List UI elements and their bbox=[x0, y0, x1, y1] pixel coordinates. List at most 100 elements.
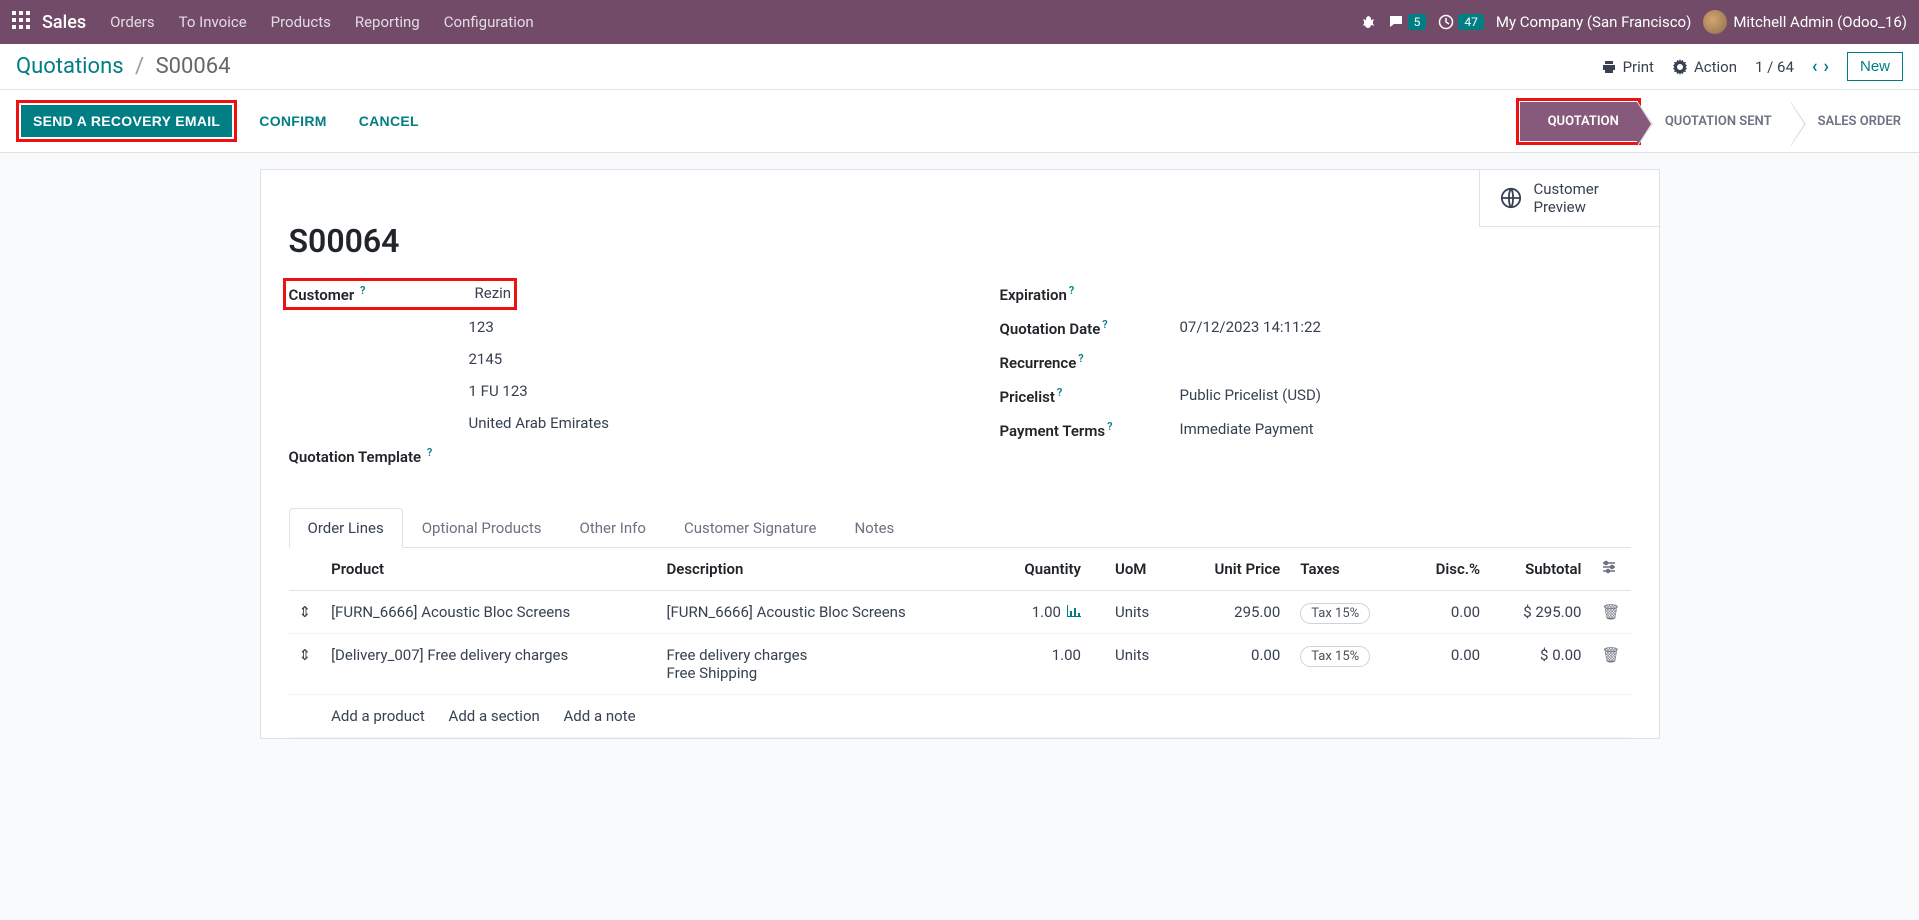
pager-prev[interactable]: ‹ bbox=[1812, 56, 1818, 77]
action-button[interactable]: Action bbox=[1672, 58, 1737, 76]
new-button[interactable]: New bbox=[1847, 52, 1903, 81]
line-quantity[interactable]: 1.00 bbox=[992, 591, 1091, 634]
delete-line[interactable]: 🗑 bbox=[1591, 591, 1630, 634]
gear-icon bbox=[1672, 59, 1688, 75]
col-disc[interactable]: Disc.% bbox=[1407, 548, 1491, 591]
forecast-icon[interactable] bbox=[1067, 603, 1081, 621]
user-menu[interactable]: Mitchell Admin (Odoo_16) bbox=[1703, 10, 1907, 34]
nav-products[interactable]: Products bbox=[271, 13, 331, 31]
discuss-badge: 5 bbox=[1408, 14, 1427, 30]
col-product[interactable]: Product bbox=[321, 548, 656, 591]
status-row: SEND A RECOVERY EMAIL CONFIRM CANCEL QUO… bbox=[0, 90, 1919, 153]
line-description[interactable]: Free delivery chargesFree Shipping bbox=[656, 634, 991, 695]
globe-icon bbox=[1500, 187, 1522, 209]
form-right-column: Expiration? Quotation Date? 07/12/2023 1… bbox=[1000, 284, 1631, 480]
tab-customer-signature[interactable]: Customer Signature bbox=[665, 508, 836, 547]
add-product[interactable]: Add a product bbox=[331, 707, 425, 725]
address-line-3: 1 FU 123 bbox=[469, 382, 920, 400]
col-description[interactable]: Description bbox=[656, 548, 991, 591]
help-icon[interactable]: ? bbox=[360, 284, 365, 297]
cancel-button[interactable]: CANCEL bbox=[349, 105, 429, 137]
line-description[interactable]: [FURN_6666] Acoustic Bloc Screens bbox=[656, 591, 991, 634]
help-icon[interactable]: ? bbox=[1102, 318, 1107, 331]
col-taxes[interactable]: Taxes bbox=[1290, 548, 1406, 591]
add-links: Add a product Add a section Add a note bbox=[321, 695, 1630, 738]
pricelist-value[interactable]: Public Pricelist (USD) bbox=[1180, 386, 1631, 404]
customer-preview-button[interactable]: Customer Preview bbox=[1479, 170, 1659, 227]
nav-configuration[interactable]: Configuration bbox=[444, 13, 534, 31]
address-line-2: 2145 bbox=[469, 350, 920, 368]
nav-orders[interactable]: Orders bbox=[110, 13, 155, 31]
trash-icon: 🗑 bbox=[1601, 603, 1620, 621]
tab-other-info[interactable]: Other Info bbox=[561, 508, 665, 547]
company-selector[interactable]: My Company (San Francisco) bbox=[1496, 13, 1691, 31]
drag-handle[interactable]: ⇕ bbox=[289, 634, 322, 695]
quotation-date-value[interactable]: 07/12/2023 14:11:22 bbox=[1180, 318, 1631, 336]
columns-config-icon[interactable] bbox=[1591, 548, 1630, 591]
tab-notes[interactable]: Notes bbox=[835, 508, 913, 547]
line-subtotal: $ 0.00 bbox=[1490, 634, 1591, 695]
add-section[interactable]: Add a section bbox=[449, 707, 540, 725]
col-unit-price[interactable]: Unit Price bbox=[1179, 548, 1290, 591]
delete-line[interactable]: 🗑 bbox=[1591, 634, 1630, 695]
confirm-button[interactable]: CONFIRM bbox=[249, 105, 336, 137]
table-row[interactable]: ⇕ [Delivery_007] Free delivery charges F… bbox=[289, 634, 1631, 695]
breadcrumb: Quotations / S00064 bbox=[16, 54, 230, 79]
col-quantity[interactable]: Quantity bbox=[992, 548, 1091, 591]
tab-optional-products[interactable]: Optional Products bbox=[403, 508, 561, 547]
activity-badge: 47 bbox=[1458, 14, 1484, 30]
payment-terms-value[interactable]: Immediate Payment bbox=[1180, 420, 1631, 438]
recurrence-label: Recurrence? bbox=[1000, 352, 1180, 372]
breadcrumb-root[interactable]: Quotations bbox=[16, 54, 124, 79]
tab-order-lines[interactable]: Order Lines bbox=[289, 508, 403, 548]
order-lines-table: Product Description Quantity UoM Unit Pr… bbox=[289, 548, 1631, 738]
printer-icon bbox=[1601, 59, 1617, 75]
pager[interactable]: 1 / 64 bbox=[1755, 58, 1794, 76]
line-product[interactable]: [Delivery_007] Free delivery charges bbox=[321, 634, 656, 695]
help-icon[interactable]: ? bbox=[1069, 284, 1074, 297]
print-button[interactable]: Print bbox=[1601, 58, 1654, 76]
discuss-icon[interactable]: 5 bbox=[1388, 14, 1427, 30]
status-sales-order[interactable]: SALES ORDER bbox=[1790, 102, 1919, 141]
status-quotation[interactable]: QUOTATION bbox=[1520, 102, 1637, 141]
drag-handle[interactable]: ⇕ bbox=[289, 591, 322, 634]
line-taxes[interactable]: Tax 15% bbox=[1290, 591, 1406, 634]
help-icon[interactable]: ? bbox=[1107, 420, 1112, 433]
breadcrumb-sep: / bbox=[135, 54, 144, 79]
module-name[interactable]: Sales bbox=[42, 12, 86, 33]
pager-arrows: ‹ › bbox=[1812, 56, 1829, 77]
line-quantity[interactable]: 1.00 bbox=[992, 634, 1091, 695]
nav-to-invoice[interactable]: To Invoice bbox=[179, 13, 247, 31]
line-disc[interactable]: 0.00 bbox=[1407, 591, 1491, 634]
quotation-date-label: Quotation Date? bbox=[1000, 318, 1180, 338]
table-row[interactable]: ⇕ [FURN_6666] Acoustic Bloc Screens [FUR… bbox=[289, 591, 1631, 634]
line-uom[interactable]: Units bbox=[1091, 591, 1179, 634]
col-subtotal[interactable]: Subtotal bbox=[1490, 548, 1591, 591]
help-icon[interactable]: ? bbox=[1057, 386, 1062, 399]
line-unit-price[interactable]: 0.00 bbox=[1179, 634, 1290, 695]
nav-reporting[interactable]: Reporting bbox=[355, 13, 420, 31]
pager-next[interactable]: › bbox=[1824, 56, 1829, 77]
record-name: S00064 bbox=[289, 222, 1631, 260]
help-icon[interactable]: ? bbox=[427, 446, 432, 459]
debug-icon[interactable] bbox=[1360, 14, 1376, 30]
activity-icon[interactable]: 47 bbox=[1438, 14, 1484, 30]
help-icon[interactable]: ? bbox=[1078, 352, 1083, 365]
add-note[interactable]: Add a note bbox=[564, 707, 636, 725]
customer-label: Customer ? bbox=[289, 284, 469, 304]
customer-value[interactable]: Rezin bbox=[469, 284, 512, 302]
tabs: Order Lines Optional Products Other Info… bbox=[289, 508, 1631, 548]
send-recovery-email-button[interactable]: SEND A RECOVERY EMAIL bbox=[21, 105, 232, 137]
col-uom[interactable]: UoM bbox=[1091, 548, 1179, 591]
line-taxes[interactable]: Tax 15% bbox=[1290, 634, 1406, 695]
line-unit-price[interactable]: 295.00 bbox=[1179, 591, 1290, 634]
avatar bbox=[1703, 10, 1727, 34]
user-name: Mitchell Admin (Odoo_16) bbox=[1733, 13, 1907, 31]
address-country: United Arab Emirates bbox=[469, 414, 920, 432]
line-uom[interactable]: Units bbox=[1091, 634, 1179, 695]
recovery-highlight: SEND A RECOVERY EMAIL bbox=[16, 100, 237, 142]
line-disc[interactable]: 0.00 bbox=[1407, 634, 1491, 695]
status-quotation-sent[interactable]: QUOTATION SENT bbox=[1637, 102, 1790, 141]
apps-icon[interactable] bbox=[12, 11, 30, 33]
line-product[interactable]: [FURN_6666] Acoustic Bloc Screens bbox=[321, 591, 656, 634]
